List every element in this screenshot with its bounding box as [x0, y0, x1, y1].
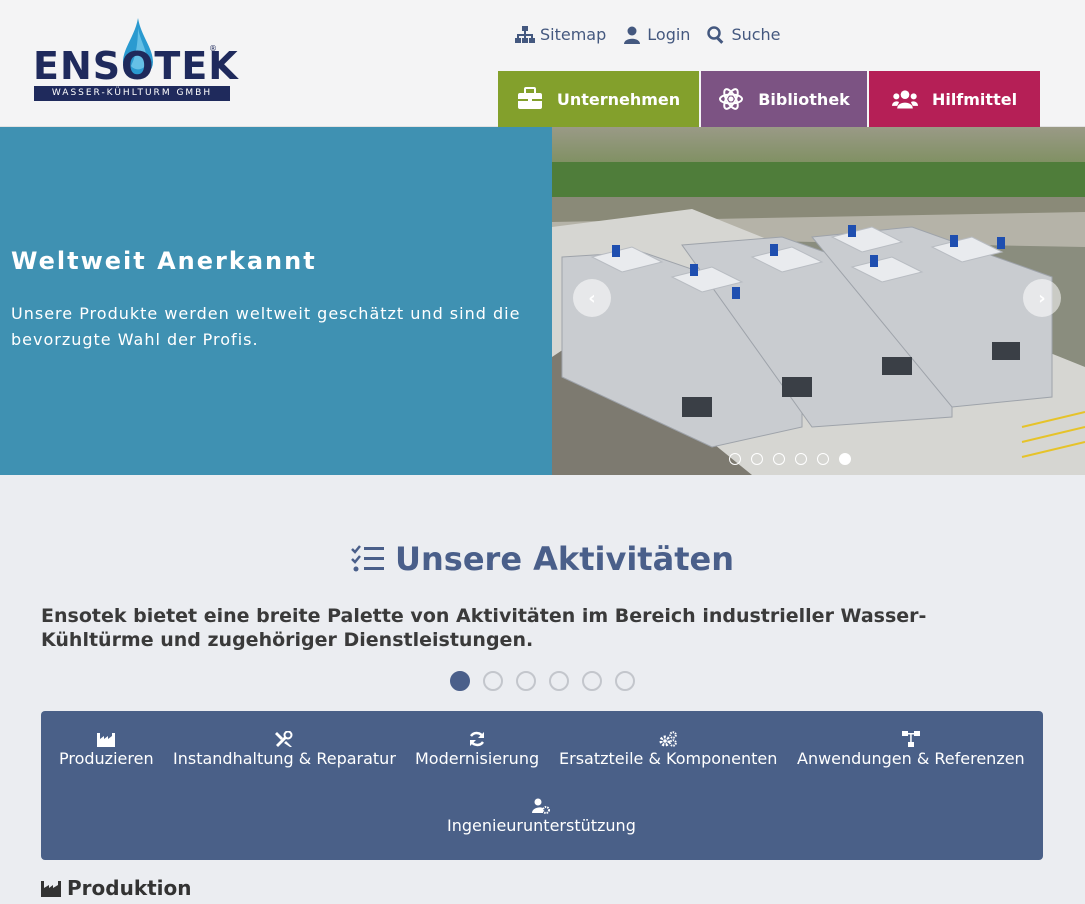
- activity-engineering[interactable]: Ingenieurunterstützung: [447, 798, 636, 835]
- activity-label: Ersatzteile & Komponenten: [559, 749, 778, 768]
- users-icon: [891, 90, 918, 109]
- hero-indicator-dot[interactable]: [729, 453, 741, 465]
- carousel-next-button[interactable]: ›: [1023, 279, 1061, 317]
- activity-label: Ingenieurunterstützung: [447, 816, 636, 835]
- sitemap-icon: [901, 731, 920, 747]
- sitemap-label: Sitemap: [540, 25, 607, 44]
- logo-subtitle: WASSER-KÜHLTURM GMBH: [34, 86, 230, 101]
- production-heading: Produktion: [41, 876, 192, 900]
- activities-page-dot[interactable]: [483, 671, 503, 691]
- activities-title-text: Unsere Aktivitäten: [395, 540, 734, 578]
- hero-image: ‹ ›: [552, 127, 1085, 475]
- hero-carousel: Weltweit Anerkannt Unsere Produkte werde…: [0, 127, 1085, 475]
- activities-title: Unsere Aktivitäten: [0, 540, 1085, 578]
- nav-company-button[interactable]: Unternehmen: [498, 71, 701, 127]
- nav-tools-label: Hilfmittel: [931, 89, 1018, 109]
- sitemap-link[interactable]: Sitemap: [515, 25, 606, 44]
- cogs-icon: [659, 731, 678, 747]
- ensotek-logo[interactable]: ENSOTEK ® WASSER-KÜHLTURM GMBH: [33, 18, 238, 102]
- nav-tools-button[interactable]: Hilfmittel: [869, 71, 1040, 127]
- activities-pagination: [450, 671, 635, 691]
- login-link[interactable]: Login: [622, 25, 690, 44]
- activity-maintenance[interactable]: Instandhaltung & Reparatur: [173, 731, 396, 768]
- login-label: Login: [647, 25, 691, 44]
- hero-body: Unsere Produkte werden weltweit geschätz…: [11, 304, 521, 349]
- activities-page-dot[interactable]: [549, 671, 569, 691]
- search-link[interactable]: Suche: [706, 25, 781, 44]
- activity-label: Anwendungen & Referenzen: [797, 749, 1025, 768]
- activity-spare-parts[interactable]: Ersatzteile & Komponenten: [559, 731, 777, 768]
- nav-library-button[interactable]: Bibliothek: [701, 71, 869, 127]
- activity-applications[interactable]: Anwendungen & Referenzen: [797, 731, 1025, 768]
- activities-page-dot[interactable]: [582, 671, 602, 691]
- hero-text-panel: Weltweit Anerkannt Unsere Produkte werde…: [0, 127, 552, 475]
- atom-icon: [719, 88, 744, 110]
- cooling-towers-photo: [552, 127, 1085, 475]
- main-nav: Unternehmen Bibliothek Hilfmittel: [498, 71, 1040, 127]
- activity-label: Modernisierung: [415, 749, 540, 768]
- sitemap-icon: [515, 25, 535, 43]
- search-label: Suche: [731, 25, 781, 44]
- factory-icon: [41, 881, 61, 897]
- top-links: Sitemap Login Suche: [515, 25, 781, 44]
- hero-indicator-dot[interactable]: [817, 453, 829, 465]
- activities-page-dot[interactable]: [615, 671, 635, 691]
- activities-page-dot[interactable]: [516, 671, 536, 691]
- tasks-icon: [351, 545, 385, 572]
- refresh-icon: [469, 731, 485, 747]
- briefcase-icon: [517, 87, 542, 109]
- factory-icon: [97, 733, 116, 747]
- hero-indicator-dot[interactable]: [751, 453, 763, 465]
- hero-indicator-dot[interactable]: [773, 453, 785, 465]
- production-heading-text: Produktion: [67, 876, 192, 900]
- user-icon: [624, 26, 641, 44]
- activity-label: Produzieren: [59, 749, 154, 768]
- activity-modernization[interactable]: Modernisierung: [415, 731, 539, 768]
- activity-production[interactable]: Produzieren: [59, 731, 154, 768]
- site-header: ENSOTEK ® WASSER-KÜHLTURM GMBH Sitemap L…: [0, 0, 1085, 127]
- logo-wordmark: ENSOTEK: [33, 44, 239, 88]
- hero-title: Weltweit Anerkannt: [11, 247, 317, 275]
- hero-indicators: [729, 453, 851, 465]
- carousel-prev-button[interactable]: ‹: [573, 279, 611, 317]
- activities-page-dot[interactable]: [450, 671, 470, 691]
- user-cog-icon: [532, 798, 551, 814]
- activities-lead: Ensotek bietet eine breite Palette von A…: [41, 605, 927, 651]
- nav-library-label: Bibliothek: [758, 89, 850, 109]
- nav-company-label: Unternehmen: [556, 89, 681, 109]
- tools-icon: [275, 731, 293, 747]
- registered-mark: ®: [209, 44, 217, 53]
- search-icon: [707, 25, 724, 44]
- hero-indicator-dot[interactable]: [795, 453, 807, 465]
- hero-indicator-dot[interactable]: [839, 453, 851, 465]
- activity-label: Instandhaltung & Reparatur: [173, 749, 396, 768]
- activities-panel: Produzieren Instandhaltung & Reparatur M…: [41, 711, 1043, 860]
